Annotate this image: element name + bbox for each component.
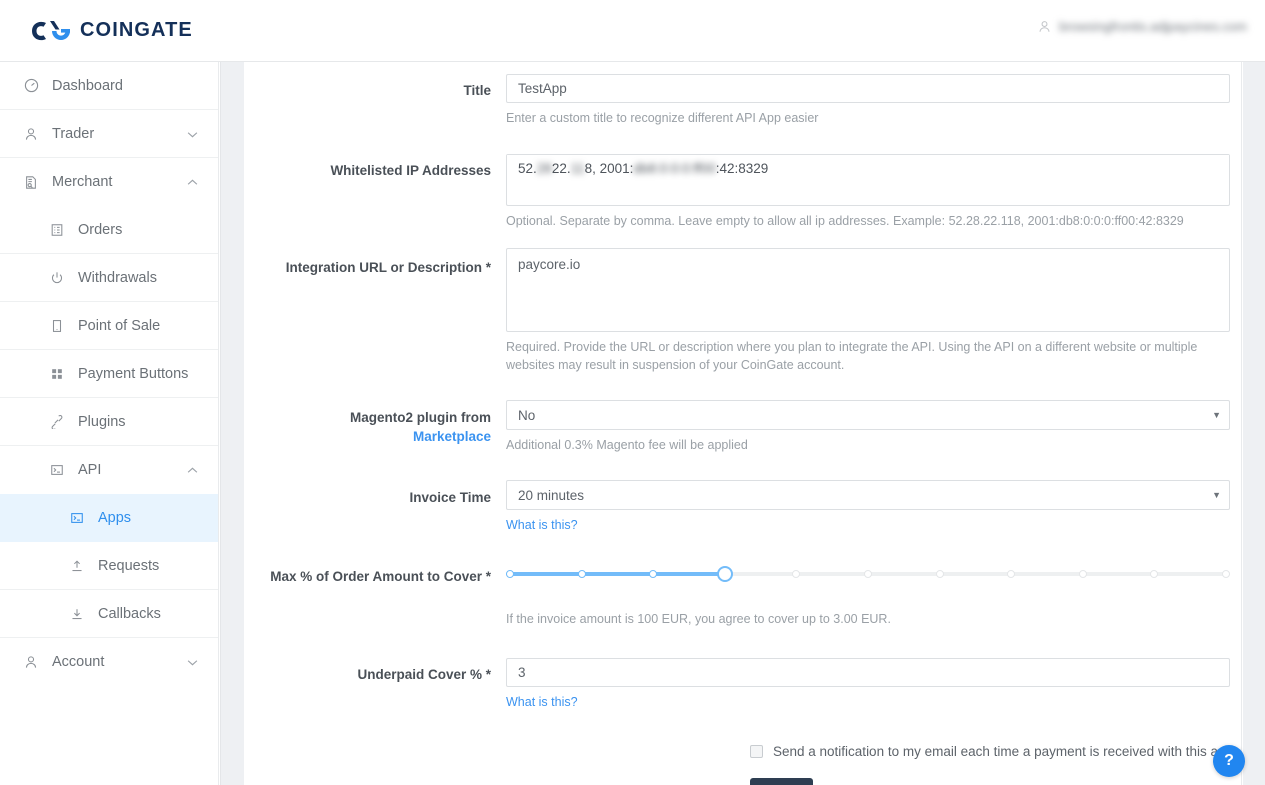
- tablet-icon: [48, 317, 66, 335]
- sidebar-item-label: Plugins: [78, 413, 126, 430]
- invoice-time-select[interactable]: 20 minutes: [506, 480, 1230, 510]
- slider-tick[interactable]: [1078, 570, 1087, 578]
- header-user-menu[interactable]: browsingfrontis.adjpaycines.com: [1038, 19, 1247, 34]
- user-icon: [1039, 21, 1050, 32]
- invoice-time-label: Invoice Time: [409, 490, 491, 505]
- magento-label: Magento2 plugin from Marketplace: [244, 408, 491, 446]
- slider-tick[interactable]: [1007, 570, 1016, 578]
- coingate-logo[interactable]: COINGATE: [30, 19, 193, 43]
- slider-tick[interactable]: [792, 570, 801, 578]
- list-box-icon: [48, 221, 66, 239]
- download-icon: [68, 605, 86, 623]
- max-cover-hint: If the invoice amount is 100 EUR, you ag…: [506, 612, 891, 626]
- integration-url-hint: Required. Provide the URL or description…: [506, 340, 1198, 372]
- sidebar-item-point-of-sale[interactable]: Point of Sale: [0, 302, 218, 350]
- sidebar-item-label: Payment Buttons: [78, 365, 189, 382]
- title-hint: Enter a custom title to recognize differ…: [506, 111, 819, 125]
- slider-tick[interactable]: [577, 570, 586, 578]
- upload-icon: [68, 557, 86, 575]
- underpaid-cover-what-is-this-link[interactable]: What is this?: [506, 693, 1230, 711]
- slider-handle[interactable]: [716, 566, 733, 582]
- sidebar-item-withdrawals[interactable]: Withdrawals: [0, 254, 218, 302]
- slider-tick[interactable]: [1150, 570, 1159, 578]
- sidebar-item-label: API: [78, 462, 102, 478]
- underpaid-cover-label: Underpaid Cover % *: [357, 667, 491, 682]
- title-input[interactable]: [506, 74, 1230, 103]
- sidebar-item-orders[interactable]: Orders: [0, 206, 218, 254]
- chevron-up-icon: [187, 461, 198, 479]
- sidebar-item-api[interactable]: API: [0, 446, 218, 494]
- slider-tick[interactable]: [935, 570, 944, 578]
- user-icon: [22, 653, 40, 671]
- document-search-icon: [22, 173, 40, 191]
- sidebar-item-callbacks[interactable]: Callbacks: [0, 590, 218, 638]
- sidebar-item-label: Orders: [78, 221, 123, 238]
- user-email: browsingfrontis.adjpaycines.com: [1059, 19, 1247, 34]
- sidebar-item-account[interactable]: Account: [0, 638, 218, 686]
- max-cover-label: Max % of Order Amount to Cover *: [270, 569, 491, 584]
- slider-tick[interactable]: [649, 570, 658, 578]
- speedometer-icon: [22, 77, 40, 95]
- slider-fill: [506, 572, 725, 576]
- chevron-down-icon: [187, 653, 198, 671]
- sidebar-item-label: Withdrawals: [78, 269, 157, 286]
- invoice-time-what-is-this-link[interactable]: What is this?: [506, 516, 1230, 534]
- sidebar-item-label: Apps: [98, 510, 132, 526]
- plug-icon: [48, 413, 66, 431]
- app-header: COINGATE browsingfrontis.adjpaycines.com: [0, 0, 1265, 62]
- magento-hint: Additional 0.3% Magento fee will be appl…: [506, 438, 748, 452]
- sidebar-item-label: Requests: [98, 557, 160, 574]
- slider-tick[interactable]: [506, 570, 514, 578]
- sidebar-item-dashboard[interactable]: Dashboard: [0, 62, 218, 110]
- grid-icon: [48, 365, 66, 383]
- integration-url-label: Integration URL or Description *: [285, 260, 491, 275]
- submit-button[interactable]: [750, 778, 813, 785]
- coingate-logo-mark: [32, 20, 70, 40]
- whitelisted-ip-hint: Optional. Separate by comma. Leave empty…: [506, 214, 1184, 228]
- sidebar-item-label: Dashboard: [52, 77, 123, 94]
- sidebar-item-trader[interactable]: Trader: [0, 110, 218, 158]
- sidebar-scroll-gutter[interactable]: [220, 62, 244, 785]
- power-icon: [48, 269, 66, 287]
- sidebar-item-plugins[interactable]: Plugins: [0, 398, 218, 446]
- underpaid-cover-input[interactable]: [506, 658, 1230, 687]
- notification-checkbox-row[interactable]: Send a notification to my email each tim…: [750, 744, 1237, 759]
- magento-select[interactable]: No: [506, 400, 1230, 430]
- logo-text: COINGATE: [80, 19, 193, 41]
- sidebar-item-label: Account: [52, 654, 105, 670]
- notification-checkbox[interactable]: [750, 745, 763, 758]
- chevron-up-icon: [187, 173, 198, 191]
- whitelisted-ip-input[interactable]: [506, 154, 1230, 206]
- slider-tick[interactable]: [1222, 570, 1230, 578]
- sidebar-item-merchant[interactable]: Merchant: [0, 158, 218, 206]
- sidebar-item-label: Trader: [52, 125, 95, 142]
- sidebar-item-label: Point of Sale: [78, 317, 161, 334]
- chevron-down-icon: [187, 125, 198, 143]
- page-scroll-gutter[interactable]: [1243, 62, 1265, 785]
- help-button[interactable]: ?: [1213, 745, 1245, 777]
- sidebar-item-label: Callbacks: [98, 605, 161, 622]
- user-icon: [22, 125, 40, 143]
- terminal-icon: [68, 509, 86, 527]
- whitelisted-ip-label: Whitelisted IP Addresses: [330, 163, 491, 178]
- sidebar-item-apps[interactable]: Apps: [0, 494, 218, 542]
- magento-label-text: Magento2 plugin from: [350, 410, 491, 425]
- sidebar-item-requests[interactable]: Requests: [0, 542, 218, 590]
- title-label: Title: [463, 83, 491, 98]
- terminal-icon: [48, 461, 66, 479]
- notification-label: Send a notification to my email each tim…: [773, 744, 1237, 759]
- sidebar: Dashboard Trader Merchant Orders Withdra…: [0, 62, 219, 785]
- sidebar-item-payment-buttons[interactable]: Payment Buttons: [0, 350, 218, 398]
- slider-tick[interactable]: [864, 570, 872, 578]
- sidebar-item-label: Merchant: [52, 174, 113, 190]
- marketplace-link[interactable]: Marketplace: [244, 427, 491, 446]
- max-cover-slider[interactable]: [506, 562, 1230, 586]
- api-app-form: Title Enter a custom title to recognize …: [244, 62, 1242, 785]
- integration-url-input[interactable]: paycore.io: [506, 248, 1230, 332]
